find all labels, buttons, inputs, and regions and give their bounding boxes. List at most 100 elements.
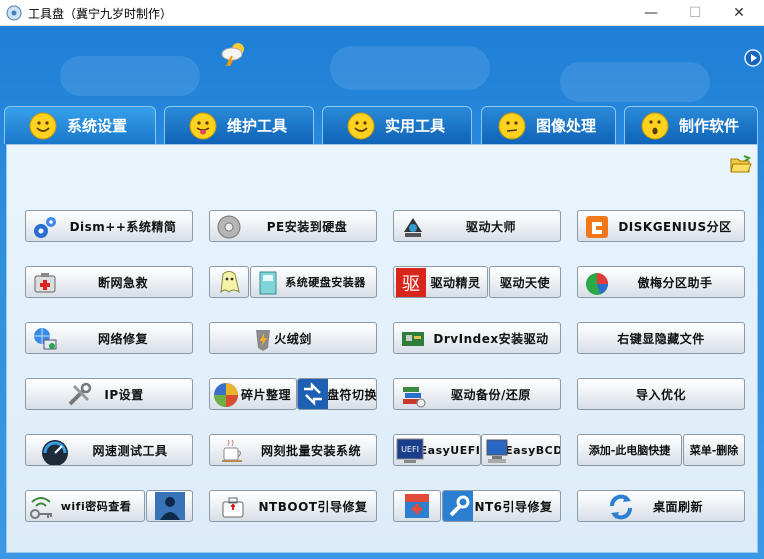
fire-sword-button[interactable]: 火绒剑 [209,322,377,354]
smiley-face-icon [29,112,57,139]
ghost-tool-button[interactable] [209,266,249,298]
tab-label: 系统设置 [67,117,128,135]
play-icon[interactable] [744,49,762,67]
drive-letter-switch-button[interactable]: 盘符切换 [297,378,377,410]
svg-text:驱: 驱 [402,274,420,295]
wifi-password-button[interactable]: wifi密码查看 [25,490,145,522]
app-icon [6,5,22,21]
gear-icon [217,215,241,239]
button-label: 驱动天使 [499,275,550,290]
driver-backup-button[interactable]: 驱动备份/还原 [393,378,561,410]
tab-maintenance-tools[interactable]: 维护工具 [164,106,314,144]
wifi-key-icon [30,497,52,519]
easyuefi-button[interactable]: UEFI EasyUEFI [393,434,481,466]
tab-system-settings[interactable]: 系统设置 [4,106,156,144]
button-label: 右键显隐藏文件 [617,331,705,346]
circuit-board-icon [402,332,424,346]
nt6-repair-button[interactable]: NT6引导修复 [442,490,561,522]
drvindex-button[interactable]: DrvIndex安装驱动 [393,322,561,354]
computer-monitor-icon [486,439,508,463]
desktop-refresh-button[interactable]: 桌面刷新 [577,490,745,522]
weather-icon [221,43,244,66]
folder-open-icon[interactable] [730,155,752,175]
driver-master-button[interactable]: 驱动大师 [393,210,561,242]
button-label: 驱动大师 [465,219,516,234]
toggle-hidden-files-button[interactable]: 右键显隐藏文件 [577,322,745,354]
button-label: 火绒剑 [274,331,312,346]
button-label: 菜单-删除 [689,444,739,457]
button-label: 导入优化 [635,387,686,402]
maximize-button[interactable]: ☐ [672,0,718,26]
button-label: PE安装到硬盘 [266,219,348,234]
tab-label: 维护工具 [227,117,288,135]
fire-sword-icon [256,330,270,351]
smiley-face-icon [347,112,375,139]
close-icon: ✕ [733,5,745,21]
surprised-face-icon [641,112,669,139]
network-icon [34,328,57,350]
pe-install-button[interactable]: PE安装到硬盘 [209,210,377,242]
button-label: DISKGENIUS分区 [618,219,732,234]
title-bar: 工具盘（冀宁九岁时制作） — ☐ ✕ [0,0,764,26]
close-button[interactable]: ✕ [716,0,762,26]
minimize-icon: — [644,5,658,21]
add-pc-shortcut-button[interactable]: 添加-此电脑快捷 [577,434,682,466]
import-optimize-button[interactable]: 导入优化 [577,378,745,410]
diskgenius-button[interactable]: DISKGENIUS分区 [577,210,745,242]
tab-practical-tools[interactable]: 实用工具 [322,106,472,144]
button-label: DrvIndex安装驱动 [433,331,549,346]
menu-delete-button[interactable]: 菜单-删除 [683,434,745,466]
ghost-icon [220,271,240,294]
tools-icon [68,382,92,406]
cloud-decoration [330,46,490,90]
speed-test-button[interactable]: 网速测试工具 [25,434,193,466]
speedometer-icon [42,440,68,465]
defrag-button[interactable]: 碎片整理 [209,378,297,410]
first-aid-kit-icon [405,494,429,518]
cloud-decoration [60,56,200,96]
easybcd-button[interactable]: EasyBCD [481,434,561,466]
tab-make-software[interactable]: 制作软件 [624,106,758,144]
defrag-icon [214,383,238,407]
button-label: 网络修复 [97,331,148,346]
coffee-cup-icon [222,439,242,462]
sys-disk-installer-button[interactable]: 系统硬盘安装器 [250,266,377,298]
backup-books-icon [403,387,426,408]
ip-settings-button[interactable]: IP设置 [25,378,193,410]
switch-arrows-icon [298,379,328,409]
button-label: Dism++系统精简 [69,219,177,234]
neutral-face-icon [498,112,526,139]
toolbox-icon [222,497,244,518]
net-rescue-button[interactable]: 断网急救 [25,266,193,298]
button-label: 驱动备份/还原 [451,387,531,402]
refresh-icon [610,494,632,520]
dism-button[interactable]: Dism++系统精简 [25,210,193,242]
ntboot-button[interactable]: NTBOOT引导修复 [209,490,377,522]
cloud-decoration [560,62,710,102]
tab-image-processing[interactable]: 图像处理 [481,106,616,144]
diskgenius-icon [586,216,608,238]
installer-icon [259,271,277,295]
tab-label: 图像处理 [536,117,597,135]
minimize-button[interactable]: — [628,0,674,26]
first-aid-kit-icon [34,273,56,293]
tab-label: 制作软件 [679,117,740,135]
partition-assistant-icon [586,273,608,295]
button-label: 傲梅分区助手 [637,275,713,290]
batch-install-button[interactable]: 网刻批量安装系统 [209,434,377,466]
aomei-partition-button[interactable]: 傲梅分区助手 [577,266,745,298]
user-profile-button[interactable] [146,490,193,522]
svg-text:UEFI: UEFI [401,445,419,454]
easyuefi-icon: UEFI [396,438,424,463]
wrench-icon [443,491,473,521]
tab-label: 实用工具 [385,117,446,135]
button-label: 断网急救 [97,275,148,290]
medical-repair-button[interactable] [393,490,441,522]
driver-elf-button[interactable]: 驱 驱动精灵 [393,266,488,298]
gears-icon [34,217,56,238]
window-title: 工具盘（冀宁九岁时制作） [28,7,173,21]
tongue-face-icon [189,112,217,139]
maximize-icon: ☐ [688,5,702,21]
driver-angel-button[interactable]: 驱动天使 [489,266,561,298]
net-repair-button[interactable]: 网络修复 [25,322,193,354]
